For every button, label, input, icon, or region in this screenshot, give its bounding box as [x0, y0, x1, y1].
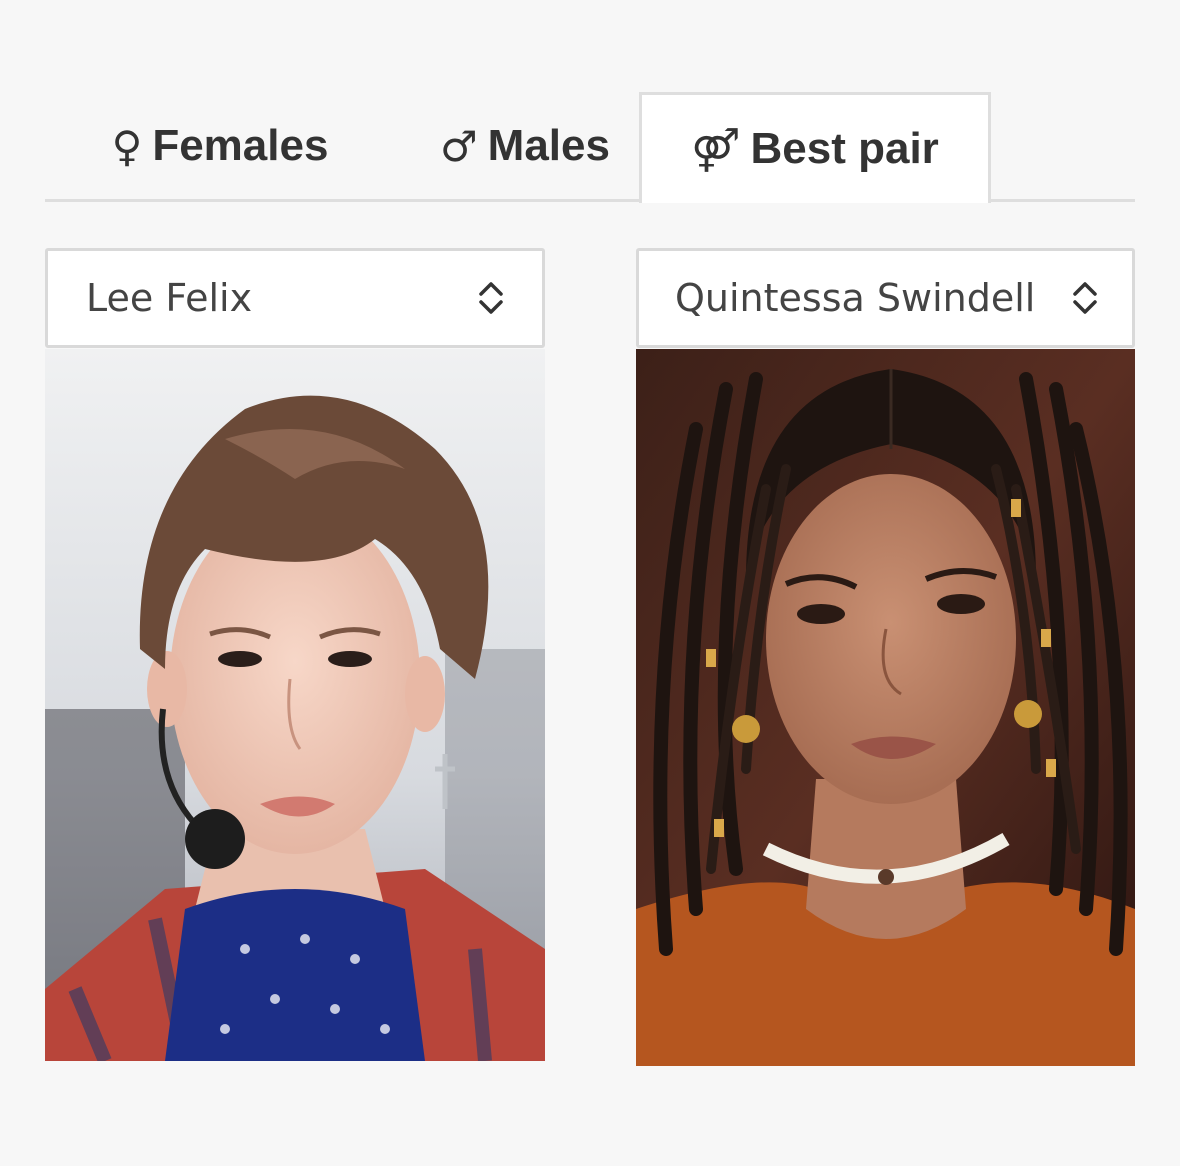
tab-best-pair-label: Best pair [750, 124, 939, 173]
updown-chevron-icon [1068, 280, 1102, 316]
pair-icon: ⚤ [691, 124, 741, 174]
right-person-select-value: Quintessa Swindell [675, 276, 1036, 320]
tab-bar: ♀ Females ♂ Males ⚤ Best pair [45, 92, 1135, 203]
tab-males-label: Males [487, 121, 610, 170]
left-person-photo [45, 349, 545, 1061]
male-icon: ♂ [440, 121, 478, 171]
updown-chevron-icon [474, 280, 508, 316]
tab-best-pair[interactable]: ⚤ Best pair [639, 92, 991, 203]
right-person-select[interactable]: Quintessa Swindell [636, 248, 1135, 348]
right-person-photo [636, 349, 1135, 1066]
tab-females[interactable]: ♀ Females [75, 92, 365, 200]
female-icon: ♀ [111, 121, 143, 171]
tab-males[interactable]: ♂ Males [400, 92, 650, 200]
left-person-select[interactable]: Lee Felix [45, 248, 545, 348]
left-person-select-value: Lee Felix [86, 276, 253, 320]
tab-females-label: Females [152, 121, 329, 170]
